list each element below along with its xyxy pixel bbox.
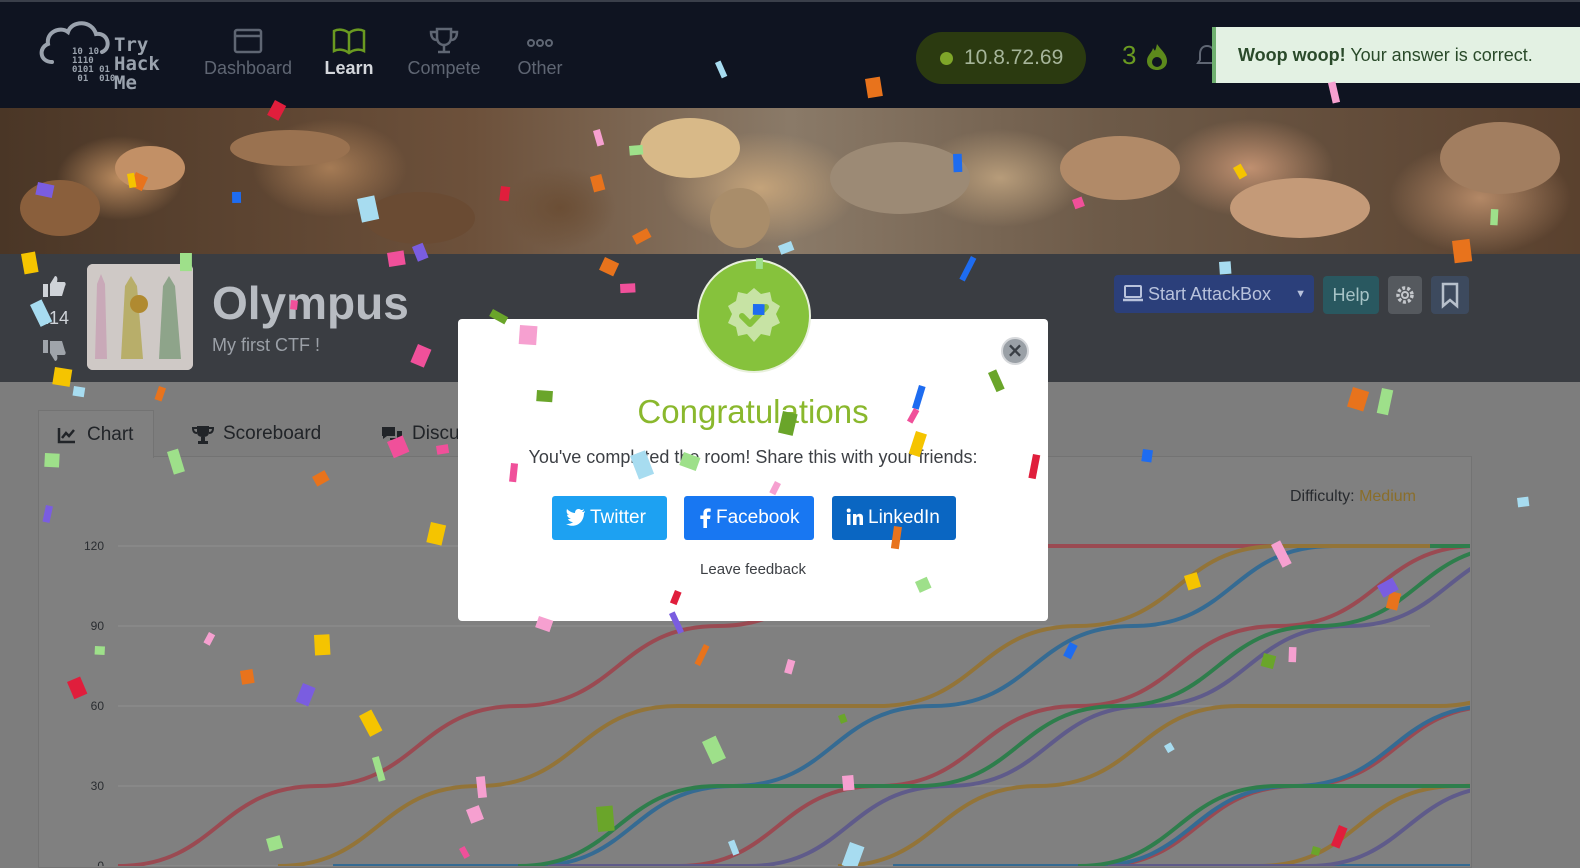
browser-window-icon	[233, 28, 263, 54]
toast-bold-text: Woop woop!	[1238, 45, 1346, 65]
share-twitter-label: Twitter	[590, 507, 646, 528]
twitter-bird-icon	[566, 509, 585, 526]
streak-count[interactable]: 3	[1122, 40, 1136, 71]
nav-dashboard-label: Dashboard	[203, 58, 293, 78]
logo-text: Try Hack Me	[114, 34, 160, 94]
flame-icon	[1147, 44, 1167, 70]
close-modal-button[interactable]: ×	[1001, 337, 1029, 365]
nav-other-label: Other	[517, 58, 563, 78]
checkmark-badge-icon	[728, 288, 780, 342]
vpn-ip-text: 10.8.72.69	[964, 46, 1064, 69]
tryhackme-logo[interactable]: 10 10 1110 0101 01 01 010 Try Hack Me	[38, 18, 188, 98]
facebook-f-icon	[700, 508, 711, 528]
nav-compete[interactable]: Compete	[394, 26, 494, 79]
logo-binary: 10 10 1110 0101 01 01 010	[72, 47, 116, 84]
answer-correct-toast: Woop woop! Your answer is correct.	[1212, 27, 1580, 83]
trophy-icon	[429, 27, 459, 54]
share-facebook-label: Facebook	[716, 507, 800, 528]
share-linkedin-label: LinkedIn	[868, 507, 940, 528]
share-twitter-button[interactable]: Twitter	[552, 496, 667, 540]
linkedin-in-icon	[846, 508, 863, 525]
open-book-icon	[332, 28, 366, 55]
share-linkedin-button[interactable]: LinkedIn	[832, 496, 956, 540]
connection-status-dot-icon	[940, 52, 953, 65]
ellipsis-icon	[527, 39, 553, 47]
toast-text: Your answer is correct.	[1345, 45, 1533, 65]
nav-learn[interactable]: Learn	[299, 26, 399, 79]
modal-message: You've completed the room! Share this wi…	[528, 447, 978, 467]
nav-other[interactable]: Other	[490, 26, 590, 79]
success-badge	[697, 259, 811, 373]
modal-title: Congratulations	[637, 393, 869, 430]
nav-learn-label: Learn	[324, 58, 374, 78]
nav-dashboard[interactable]: Dashboard	[198, 26, 298, 79]
share-facebook-button[interactable]: Facebook	[684, 496, 814, 540]
close-icon: ×	[1006, 338, 1024, 362]
nav-compete-label: Compete	[407, 58, 481, 78]
leave-feedback-link[interactable]: Leave feedback	[458, 561, 1048, 578]
vpn-ip-badge[interactable]: 10.8.72.69	[916, 32, 1086, 84]
